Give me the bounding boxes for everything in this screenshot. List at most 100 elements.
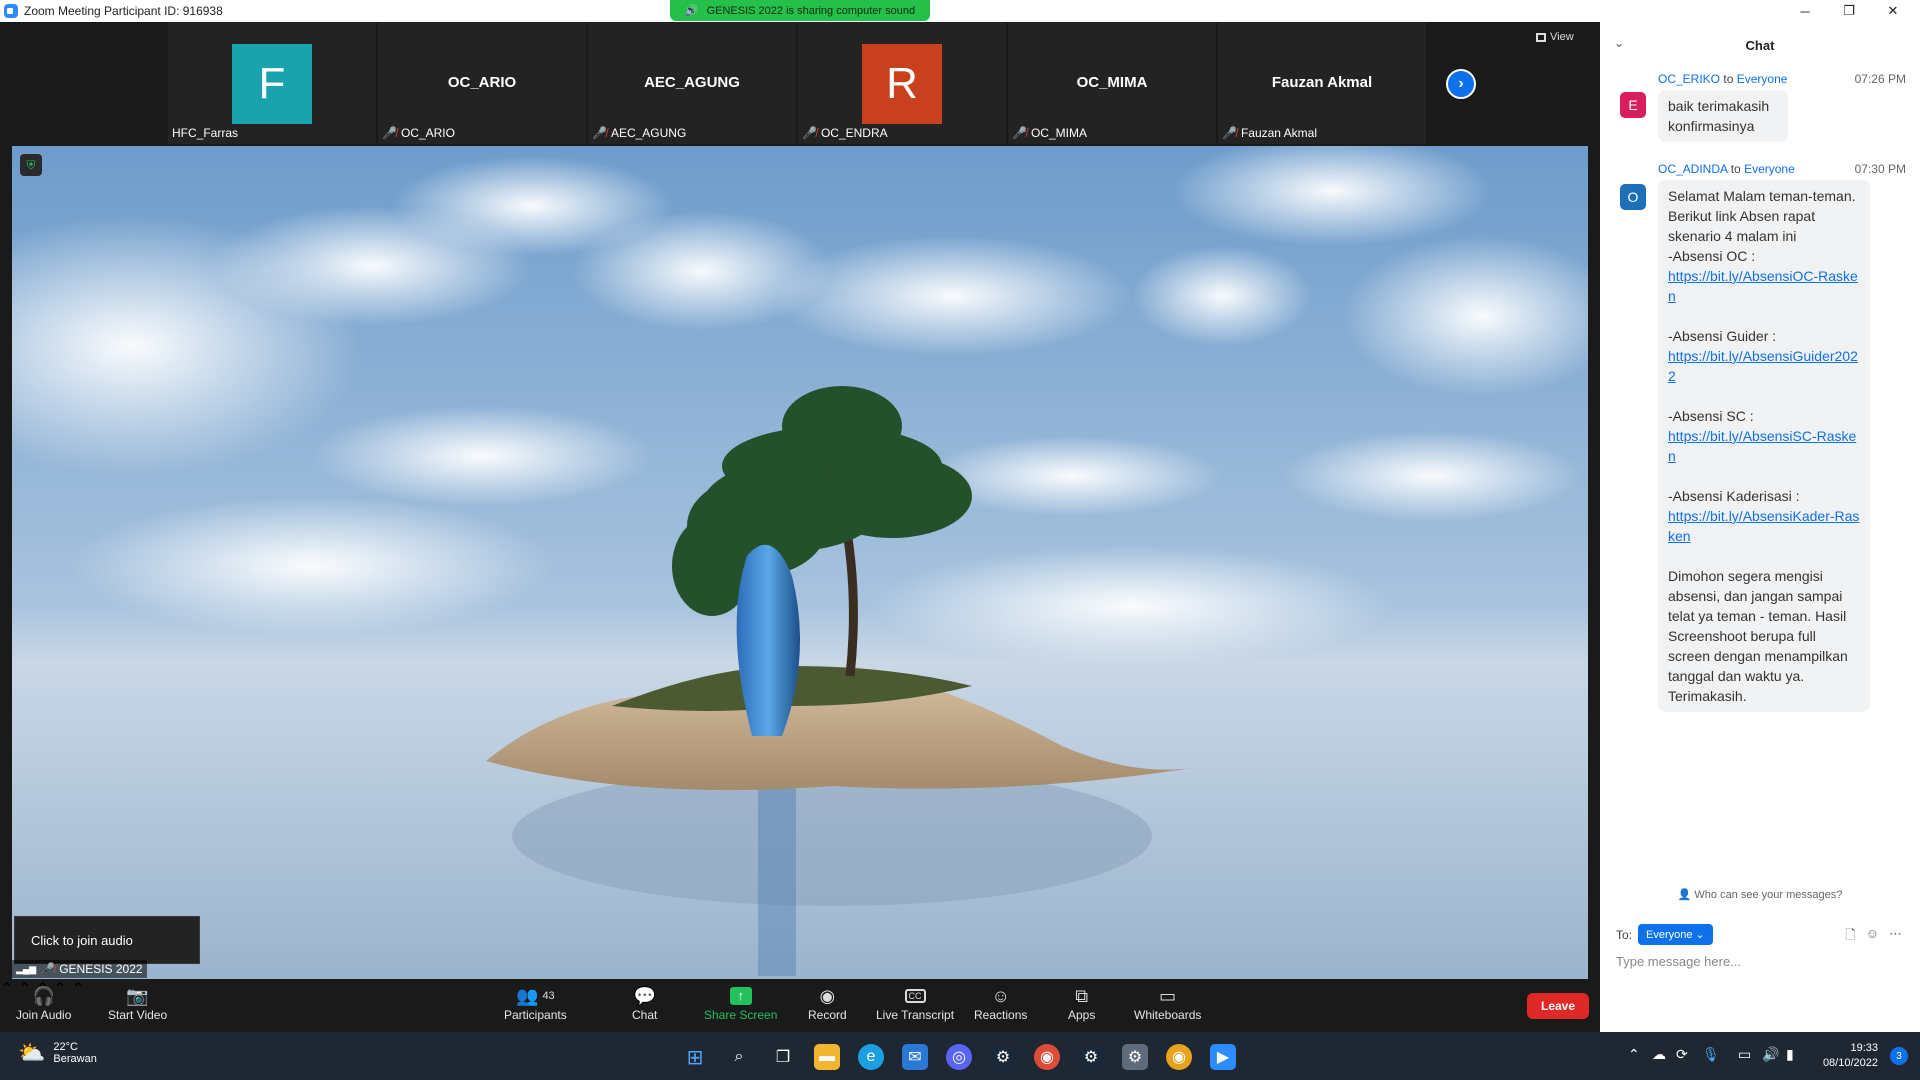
zoom-icon[interactable]: ▶ (1210, 1044, 1236, 1070)
sharing-sound-text: GENESIS 2022 is sharing computer sound (706, 4, 916, 17)
search-icon[interactable]: ⌕ (726, 1044, 752, 1070)
message-meta: OC_ADINDA to Everyone (1658, 162, 1795, 176)
window-title: Zoom Meeting Participant ID: 916938 (24, 4, 223, 18)
signal-icon: ▂▄▆ (16, 963, 37, 974)
window-titlebar: Zoom Meeting Participant ID: 916938 (0, 0, 1920, 22)
restore-button[interactable]: ❐ (1826, 0, 1872, 22)
chat-header: Chat (1745, 37, 1775, 53)
participant-name: 🎤̸ OC_MIMA (1012, 126, 1087, 140)
reactions-button[interactable]: ☺ Reactions (974, 984, 1027, 1023)
emoji-icon[interactable]: ☺ (1866, 926, 1879, 948)
chrome-icon[interactable]: ◉ (1034, 1044, 1060, 1070)
task-view-icon[interactable]: ❐ (770, 1044, 796, 1070)
participant-name: 🎤̸ OC_ARIO (382, 126, 455, 140)
meeting-toolbar: 🎧 Join Audio ⌃ 📷 Start Video ⌃ 👥 43 Parti… (0, 979, 1600, 1032)
microphone-icon[interactable]: 🎙 (1702, 1046, 1720, 1063)
participant-tile[interactable]: Fauzan Akmal 🎤̸ Fauzan Akmal (1218, 22, 1426, 144)
participant-tile[interactable]: OC_MIMA 🎤̸ OC_MIMA (1008, 22, 1216, 144)
participants-icon: 👥 43 (516, 985, 555, 1006)
participant-tile[interactable]: AEC_AGUNG 🎤̸ AEC_AGUNG (588, 22, 796, 144)
next-page-arrow-icon[interactable]: › (1446, 69, 1476, 99)
recipient-row: To: Everyone ⌄ (1616, 924, 1713, 945)
steam-icon[interactable]: ⚙ (990, 1044, 1016, 1070)
more-icon[interactable]: ⋯ (1889, 926, 1902, 948)
person-lock-icon: 👤 (1677, 889, 1692, 901)
guider-link[interactable]: https://bit.ly/AbsensiGuider2022 (1668, 348, 1858, 384)
message-input[interactable]: Type message here... (1616, 954, 1741, 969)
who-can-see-link[interactable]: 👤 Who can see your messages? (1600, 888, 1920, 901)
whiteboards-button[interactable]: ▭ Whiteboards (1134, 984, 1201, 1023)
view-button[interactable]: View (1536, 31, 1574, 43)
encryption-shield-icon[interactable]: ⛨ (20, 154, 42, 176)
muted-mic-icon: 🎤̸ (592, 126, 607, 140)
zoom-logo-icon (4, 4, 18, 18)
share-screen-button[interactable]: ↑ Share Screen (704, 984, 777, 1022)
mail-icon[interactable]: ✉ (902, 1044, 928, 1070)
compose-icons: 🗋 ☺ ⋯ (1845, 926, 1902, 948)
weather-widget[interactable]: ⛅ 22°C Berawan (18, 1040, 97, 1066)
close-button[interactable]: ✕ (1870, 0, 1916, 22)
participant-name: 🎤̸ AEC_AGUNG (592, 126, 687, 140)
chevron-up-icon[interactable]: ⌃ (0, 981, 13, 998)
to-label: To: (1616, 927, 1633, 942)
participant-big-name: AEC_AGUNG (644, 74, 740, 91)
avatar: F (232, 44, 312, 124)
notification-badge[interactable]: 3 (1890, 1047, 1908, 1065)
message-guider-label: -Absensi Guider : (1668, 328, 1777, 344)
edge-icon[interactable]: e (858, 1044, 884, 1070)
leave-button[interactable]: Leave (1527, 993, 1589, 1019)
kader-link[interactable]: https://bit.ly/AbsensiKader-Rasken (1668, 508, 1859, 544)
join-audio-popup[interactable]: Click to join audio (14, 916, 200, 964)
message-time: 07:30 PM (1854, 162, 1906, 176)
apps-button[interactable]: ⧉ Apps (1068, 984, 1095, 1023)
participant-big-name: OC_ARIO (447, 74, 517, 91)
participant-big-name: OC_MIMA (1076, 74, 1148, 91)
settings-icon[interactable]: ⚙ (1122, 1044, 1148, 1070)
file-explorer-icon[interactable]: ▬ (814, 1044, 840, 1070)
chat-panel: ⌄ Chat OC_ERIKO to Everyone 07:26 PM E b… (1600, 22, 1920, 1032)
display-icon[interactable]: ▭ (1738, 1046, 1751, 1063)
chat-message: OC_ADINDA to Everyone 07:30 PM O Selamat… (1620, 162, 1910, 722)
sc-link[interactable]: https://bit.ly/AbsensiSC-Rasken (1668, 428, 1856, 464)
recipient-dropdown[interactable]: Everyone ⌄ (1638, 924, 1713, 945)
host-name-label: ▂▄▆ 🎤̸ GENESIS 2022 (12, 960, 147, 978)
battery-icon[interactable]: ▮ (1786, 1046, 1794, 1063)
message-kader-label: -Absensi Kaderisasi : (1668, 488, 1800, 504)
message-bubble: baik terimakasih konfirmasinya (1658, 90, 1788, 142)
file-icon[interactable]: 🗋 (1845, 926, 1855, 948)
whiteboard-icon: ▭ (1159, 985, 1177, 1006)
volume-icon[interactable]: 🔊 (1762, 1046, 1779, 1063)
participant-name: 🎤̸ OC_ENDRA (802, 126, 888, 140)
cloudy-sun-icon: ⛅ (18, 1040, 46, 1065)
participant-tile[interactable]: R 🎤̸ OC_ENDRA (798, 22, 1006, 144)
join-audio-button[interactable]: 🎧 Join Audio (16, 984, 71, 1023)
live-transcript-button[interactable]: CC Live Transcript (876, 984, 954, 1022)
participants-button[interactable]: 👥 43 Participants (504, 984, 567, 1023)
windows-start-icon[interactable]: ⊞ (682, 1044, 708, 1070)
participant-tile[interactable]: OC_ARIO 🎤̸ OC_ARIO (378, 22, 586, 144)
clock[interactable]: 19:33 08/10/2022 (1823, 1041, 1878, 1071)
chevron-up-icon[interactable]: ⌃ (1628, 1046, 1640, 1063)
join-audio-popup-text: Click to join audio (31, 932, 133, 948)
minimize-button[interactable]: ─ (1782, 0, 1828, 22)
oc-link[interactable]: https://bit.ly/AbsensiOC-Rasken (1668, 268, 1858, 304)
chat-button[interactable]: 💬 Chat (632, 984, 657, 1023)
temperature: 22°C (53, 1041, 78, 1053)
chrome-profile-icon[interactable]: ◉ (1166, 1044, 1192, 1070)
steam-icon[interactable]: ⚙ (1078, 1044, 1104, 1070)
start-video-button[interactable]: 📷 Start Video (108, 984, 167, 1023)
avatar: O (1620, 184, 1646, 210)
sync-icon[interactable]: ⟳ (1676, 1046, 1688, 1063)
meeting-main-area: F HFC_Farras OC_ARIO 🎤̸ OC_ARIO AEC_AGUNG… (0, 22, 1600, 979)
message-bubble: Selamat Malam teman-teman. Berikut link … (1658, 180, 1870, 712)
message-oc-label: -Absensi OC : (1668, 248, 1756, 264)
discord-icon[interactable]: ◎ (946, 1044, 972, 1070)
emoji-smile-icon: ☺ (991, 985, 1010, 1006)
chevron-up-icon[interactable]: ⌃ (71, 981, 84, 998)
shared-screen-image (12, 146, 1588, 979)
apps-icon: ⧉ (1075, 985, 1089, 1006)
record-icon: ◉ (819, 985, 836, 1006)
record-button[interactable]: ◉ Record (808, 984, 847, 1023)
participant-tile[interactable]: F HFC_Farras (168, 22, 376, 144)
onedrive-icon[interactable]: ☁ (1652, 1046, 1666, 1063)
